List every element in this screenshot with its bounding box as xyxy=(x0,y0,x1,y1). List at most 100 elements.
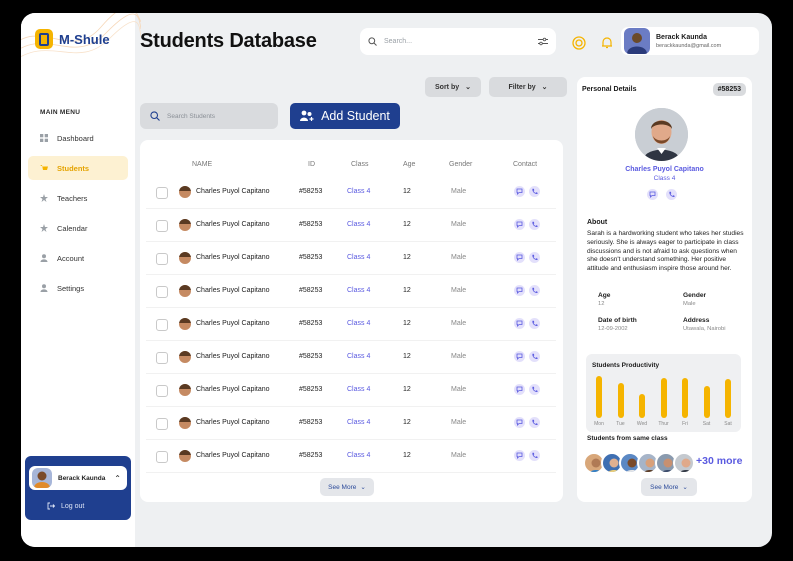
student-name-cell[interactable]: Charles Puyol Capitano xyxy=(196,188,270,195)
bell-icon[interactable] xyxy=(600,36,614,50)
dob-value: 12-09-2002 xyxy=(598,326,628,332)
student-avatar xyxy=(635,108,688,161)
sidebar: M-Shule MAIN MENU Dashboard Students Tea… xyxy=(21,13,141,547)
table-row[interactable]: Charles Puyol Capitano #58253 Class 4 12 Mal… xyxy=(146,407,556,440)
user-icon xyxy=(40,284,48,292)
call-button[interactable] xyxy=(529,285,540,296)
row-checkbox[interactable] xyxy=(156,286,168,298)
column-header-class[interactable]: Class xyxy=(351,161,369,168)
student-age-cell: 12 xyxy=(403,287,411,294)
student-name-cell[interactable]: Charles Puyol Capitano xyxy=(196,386,270,393)
gender-value: Male xyxy=(683,301,696,307)
sort-button[interactable]: Sort by ⌄ xyxy=(425,77,481,97)
address-field: Address Utawala, Nairobi xyxy=(683,317,726,332)
sidebar-item-settings[interactable]: Settings xyxy=(28,276,128,300)
message-button[interactable] xyxy=(514,219,525,230)
search-icon xyxy=(150,111,160,121)
more-classmates-link[interactable]: +30 more xyxy=(696,455,742,467)
message-button[interactable] xyxy=(514,384,525,395)
call-button[interactable] xyxy=(529,318,540,329)
logout-button[interactable]: Log out xyxy=(47,502,84,510)
personal-details-panel: Personal Details #58253 Charles Puyol Ca… xyxy=(577,77,752,502)
classmate-avatar[interactable] xyxy=(673,452,695,474)
student-name-cell[interactable]: Charles Puyol Capitano xyxy=(196,254,270,261)
row-checkbox[interactable] xyxy=(156,220,168,232)
row-checkbox[interactable] xyxy=(156,187,168,199)
row-checkbox[interactable] xyxy=(156,319,168,331)
call-button[interactable] xyxy=(529,219,540,230)
search-input[interactable]: Search... xyxy=(384,38,531,45)
student-class-cell[interactable]: Class 4 xyxy=(347,287,370,294)
table-row[interactable]: Charles Puyol Capitano #58253 Class 4 12 Mal… xyxy=(146,209,556,242)
user-switcher[interactable]: Berack Kaunda ⌃ xyxy=(29,466,127,490)
student-class-cell[interactable]: Class 4 xyxy=(347,452,370,459)
add-student-button[interactable]: Add Student xyxy=(290,103,400,129)
row-checkbox[interactable] xyxy=(156,385,168,397)
column-header-name[interactable]: NAME xyxy=(192,161,212,168)
message-button[interactable] xyxy=(514,252,525,263)
student-name-cell[interactable]: Charles Puyol Capitano xyxy=(196,221,270,228)
table-row[interactable]: Charles Puyol Capitano #58253 Class 4 12 Mal… xyxy=(146,374,556,407)
row-checkbox[interactable] xyxy=(156,418,168,430)
student-class-cell[interactable]: Class 4 xyxy=(347,386,370,393)
student-search[interactable]: Search Students xyxy=(140,103,278,129)
student-avatar xyxy=(179,450,191,462)
column-header-gender[interactable]: Gender xyxy=(449,161,472,168)
student-class-cell[interactable]: Class 4 xyxy=(347,188,370,195)
call-button[interactable] xyxy=(529,252,540,263)
column-header-age[interactable]: Age xyxy=(403,161,415,168)
profile-menu[interactable]: Berack Kaunda berackkaunda@gmail.com xyxy=(621,27,759,55)
student-name-cell[interactable]: Charles Puyol Capitano xyxy=(196,452,270,459)
student-class-cell[interactable]: Class 4 xyxy=(347,221,370,228)
message-button[interactable] xyxy=(514,351,525,362)
student-name-cell[interactable]: Charles Puyol Capitano xyxy=(196,353,270,360)
sidebar-item-teachers[interactable]: Teachers xyxy=(28,186,128,210)
call-button[interactable] xyxy=(529,450,540,461)
call-button[interactable] xyxy=(529,384,540,395)
column-header-id[interactable]: ID xyxy=(308,161,315,168)
sidebar-item-calendar[interactable]: Calendar xyxy=(28,216,128,240)
sidebar-item-students[interactable]: Students xyxy=(28,156,128,180)
call-button[interactable] xyxy=(529,417,540,428)
table-row[interactable]: Charles Puyol Capitano #58253 Class 4 12 Mal… xyxy=(146,275,556,308)
table-row[interactable]: Charles Puyol Capitano #58253 Class 4 12 Mal… xyxy=(146,341,556,374)
support-icon[interactable] xyxy=(572,36,586,50)
student-search-input[interactable]: Search Students xyxy=(167,113,215,120)
app-logo[interactable]: M-Shule xyxy=(35,29,110,49)
student-class-cell[interactable]: Class 4 xyxy=(347,320,370,327)
student-gender-cell: Male xyxy=(451,287,467,294)
row-checkbox[interactable] xyxy=(156,352,168,364)
row-checkbox[interactable] xyxy=(156,451,168,463)
filter-button[interactable]: Filter by ⌄ xyxy=(489,77,567,97)
chat-icon xyxy=(649,191,656,198)
message-button[interactable] xyxy=(514,186,525,197)
call-button[interactable] xyxy=(529,186,540,197)
table-row[interactable]: Charles Puyol Capitano #58253 Class 4 12 Mal… xyxy=(146,176,556,209)
message-button[interactable] xyxy=(514,318,525,329)
message-button[interactable] xyxy=(514,285,525,296)
student-name-cell[interactable]: Charles Puyol Capitano xyxy=(196,320,270,327)
row-checkbox[interactable] xyxy=(156,253,168,265)
panel-see-more-button[interactable]: See More ⌄ xyxy=(641,478,697,496)
message-button[interactable] xyxy=(514,450,525,461)
call-button[interactable] xyxy=(529,351,540,362)
table-row[interactable]: Charles Puyol Capitano #58253 Class 4 12 Mal… xyxy=(146,308,556,341)
table-row[interactable]: Charles Puyol Capitano #58253 Class 4 12 Mal… xyxy=(146,440,556,473)
filter-sliders-icon[interactable] xyxy=(538,37,548,46)
table-see-more-button[interactable]: See More ⌄ xyxy=(320,478,374,496)
student-name-cell[interactable]: Charles Puyol Capitano xyxy=(196,287,270,294)
student-name-cell[interactable]: Charles Puyol Capitano xyxy=(196,419,270,426)
student-class-cell[interactable]: Class 4 xyxy=(347,254,370,261)
message-button[interactable] xyxy=(514,417,525,428)
sidebar-item-account[interactable]: Account xyxy=(28,246,128,270)
sidebar-item-dashboard[interactable]: Dashboard xyxy=(28,126,128,150)
student-id-cell: #58253 xyxy=(299,221,323,228)
message-button[interactable] xyxy=(647,189,658,200)
student-id-cell: #58253 xyxy=(299,320,323,327)
call-button[interactable] xyxy=(666,189,677,200)
global-search[interactable]: Search... xyxy=(360,28,556,55)
column-header-contact[interactable]: Contact xyxy=(513,161,537,168)
table-row[interactable]: Charles Puyol Capitano #58253 Class 4 12 Mal… xyxy=(146,242,556,275)
student-class-cell[interactable]: Class 4 xyxy=(347,419,370,426)
student-class-cell[interactable]: Class 4 xyxy=(347,353,370,360)
